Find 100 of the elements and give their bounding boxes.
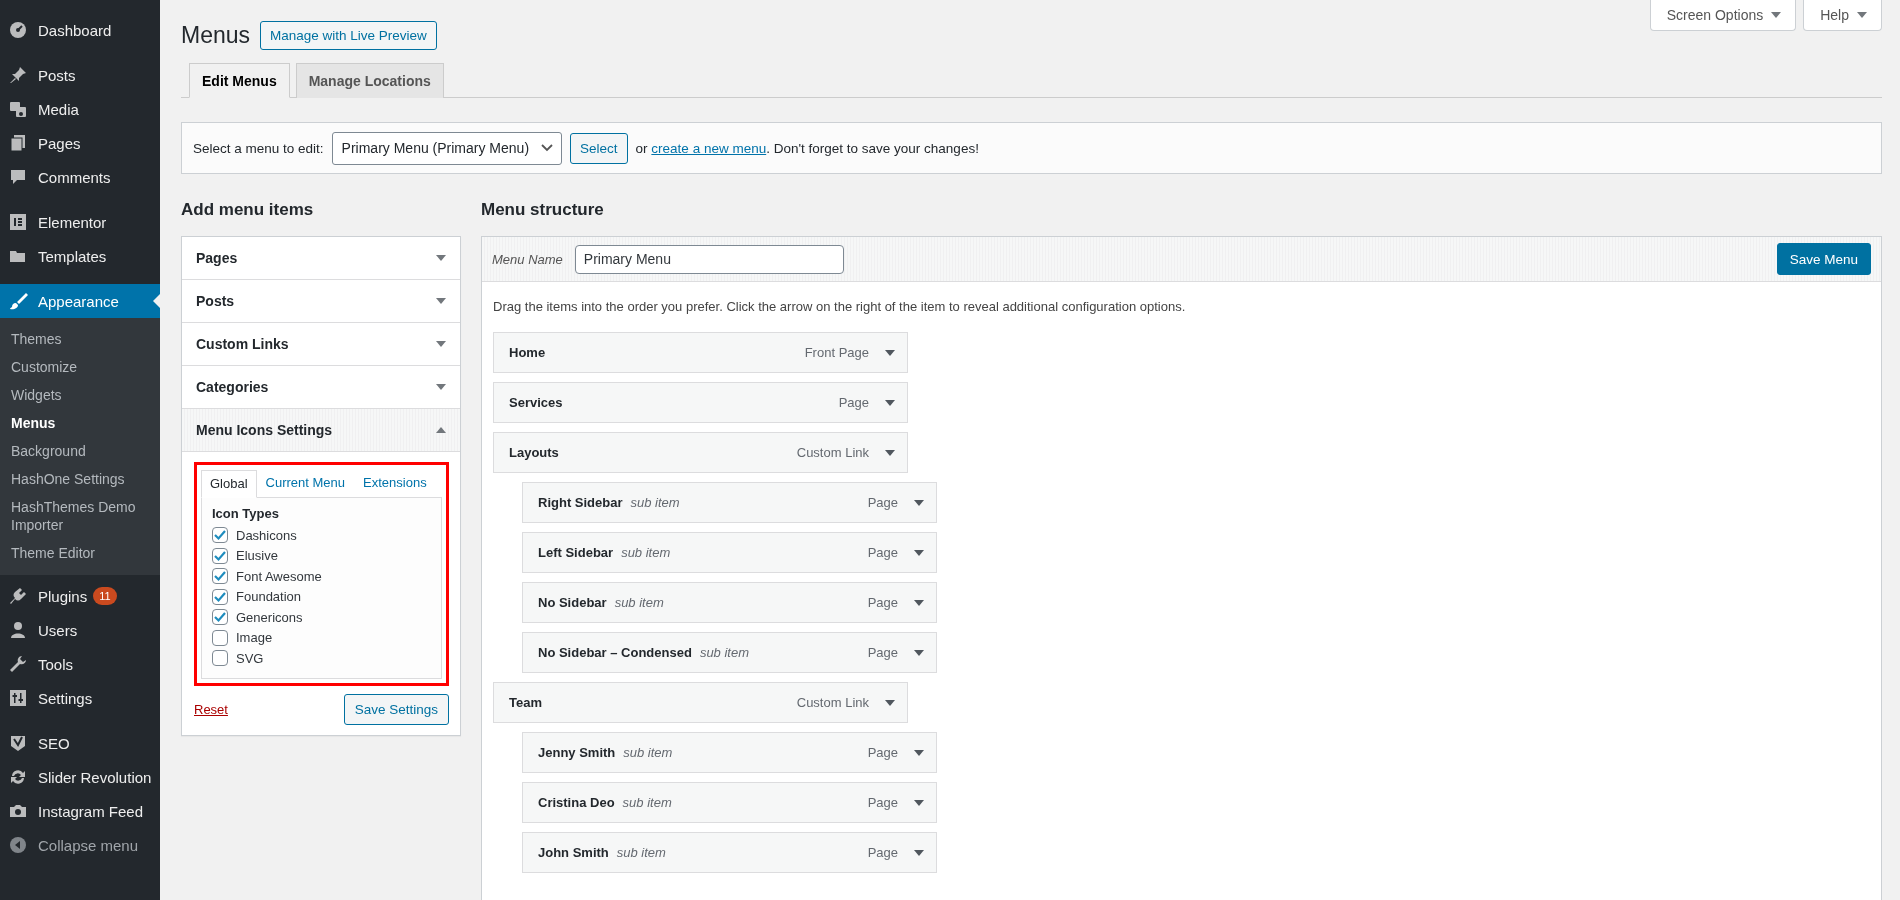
- paintbrush-icon: [8, 291, 28, 311]
- sub-item-note: sub item: [622, 795, 672, 810]
- checkbox[interactable]: [212, 547, 228, 564]
- pages-icon: [8, 133, 28, 153]
- submenu-item[interactable]: Customize: [0, 353, 160, 381]
- menu-item-title: Layouts: [509, 445, 559, 460]
- caret-down-icon: [914, 498, 924, 507]
- menu-item-type: Page: [867, 795, 898, 810]
- select-button[interactable]: Select: [570, 132, 628, 164]
- menu-item-bar[interactable]: Jenny Smith sub item Page: [522, 732, 937, 773]
- menu-item-type: Page: [867, 745, 898, 760]
- menu-item-bar[interactable]: No Sidebar sub item Page: [522, 582, 937, 623]
- sidebar-item[interactable]: Instagram Feed: [0, 794, 160, 828]
- menu-item-bar[interactable]: John Smith sub item Page: [522, 832, 937, 873]
- user-icon: [8, 620, 28, 640]
- checkbox-label: Genericons: [236, 609, 303, 625]
- sidebar-item[interactable]: Media: [0, 92, 160, 126]
- menu-item-bar[interactable]: Right Sidebar sub item Page: [522, 482, 937, 523]
- screen-meta-button[interactable]: Help: [1803, 0, 1882, 31]
- submenu-item[interactable]: Theme Editor: [0, 539, 160, 567]
- section-heading: Add menu items: [181, 199, 315, 221]
- checkbox[interactable]: [212, 609, 228, 626]
- save-settings-button[interactable]: Save Settings: [343, 693, 449, 725]
- sidebar-item[interactable]: Comments: [0, 160, 160, 194]
- sidebar-item[interactable]: SEO: [0, 726, 160, 760]
- menu-item-bar[interactable]: Left Sidebar sub item Page: [522, 532, 937, 573]
- menu-item-title: John Smith: [538, 845, 609, 860]
- menu-item-title: Home: [509, 345, 546, 360]
- sidebar-item[interactable]: Posts: [0, 58, 160, 92]
- plug-icon: [8, 586, 28, 606]
- sidebar-item[interactable]: Tools: [0, 647, 160, 681]
- dashboard-gauge-icon: [8, 20, 28, 40]
- section-heading: Menu structure: [481, 199, 605, 221]
- submenu-item[interactable]: Menus: [0, 409, 160, 437]
- accordion-section[interactable]: Custom Links: [182, 323, 460, 366]
- sidebar-item[interactable]: Appearance: [0, 284, 160, 318]
- checkbox[interactable]: [212, 650, 228, 667]
- select-label: Select a menu to edit:: [193, 140, 324, 156]
- sidebar-item[interactable]: Elementor: [0, 205, 160, 239]
- settings-tab[interactable]: Global: [201, 470, 257, 498]
- submenu-item[interactable]: Themes: [0, 325, 160, 353]
- menu-item-type: Page: [867, 495, 898, 510]
- nav-tab[interactable]: Manage Locations: [295, 63, 444, 98]
- settings-tab[interactable]: Extensions: [354, 469, 436, 497]
- sidebar-item[interactable]: Dashboard: [0, 13, 160, 47]
- sidebar-item[interactable]: Users: [0, 613, 160, 647]
- y-shield-icon: [8, 733, 28, 753]
- checkbox[interactable]: [212, 527, 228, 544]
- checkbox-label: SVG: [236, 650, 264, 666]
- checkbox-label: Elusive: [236, 548, 278, 564]
- screen-meta-button[interactable]: Screen Options: [1649, 0, 1797, 31]
- submenu-item[interactable]: Widgets: [0, 381, 160, 409]
- sidebar-item[interactable]: Settings: [0, 681, 160, 715]
- checkbox[interactable]: [212, 568, 228, 585]
- menu-name-label: Menu Name: [492, 251, 563, 267]
- accordion-section[interactable]: Menu Icons Settings: [182, 409, 460, 452]
- nav-tab[interactable]: Edit Menus: [189, 63, 290, 98]
- caret-down-icon: [885, 448, 895, 457]
- menu-item-type: Page: [867, 645, 898, 660]
- e-square-icon: [8, 212, 28, 232]
- caret-down-icon: [885, 698, 895, 707]
- sidebar-item[interactable]: Templates: [0, 239, 160, 273]
- checkbox-label: Image: [236, 630, 273, 646]
- chevron-down-icon: [541, 144, 554, 152]
- menu-item-title: Team: [509, 695, 542, 710]
- menu-name-field[interactable]: Primary Menu: [574, 244, 844, 274]
- reset-link[interactable]: Reset: [194, 701, 228, 717]
- caret-down-icon: [914, 748, 924, 757]
- checkbox[interactable]: [212, 588, 228, 605]
- menu-item-type: Custom Link: [796, 445, 869, 460]
- submenu-item[interactable]: HashOne Settings: [0, 465, 160, 493]
- sidebar-item[interactable]: Slider Revolution: [0, 760, 160, 794]
- update-count-badge: 11: [93, 587, 117, 605]
- menu-item-type: Custom Link: [796, 695, 869, 710]
- menu-item-bar[interactable]: Services Page: [493, 382, 908, 423]
- collapse-menu-button[interactable]: Collapse menu: [0, 828, 160, 862]
- menu-item-title: Right Sidebar: [538, 495, 623, 510]
- menu-item-bar[interactable]: Layouts Custom Link: [493, 432, 908, 473]
- submenu-item[interactable]: HashThemes Demo Importer: [0, 493, 160, 539]
- menu-item-type: Page: [867, 545, 898, 560]
- menu-dropdown[interactable]: Primary Menu (Primary Menu): [331, 131, 563, 165]
- menu-item-title: Services: [509, 395, 563, 410]
- sidebar-item[interactable]: Plugins 11: [0, 579, 160, 613]
- caret-icon: [1857, 11, 1867, 19]
- live-preview-button[interactable]: Manage with Live Preview: [260, 21, 437, 50]
- submenu-item[interactable]: Background: [0, 437, 160, 465]
- menu-item-bar[interactable]: No Sidebar – Condensed sub item Page: [522, 632, 937, 673]
- accordion-section[interactable]: Posts: [182, 280, 460, 323]
- save-menu-button[interactable]: Save Menu: [1776, 243, 1871, 275]
- sub-item-note: sub item: [623, 745, 673, 760]
- accordion-section[interactable]: Pages: [182, 237, 460, 280]
- caret-down-icon: [914, 798, 924, 807]
- menu-item-bar[interactable]: Cristina Deo sub item Page: [522, 782, 937, 823]
- caret-down-icon: [914, 598, 924, 607]
- menu-item-bar[interactable]: Team Custom Link: [493, 682, 908, 723]
- sidebar-item[interactable]: Pages: [0, 126, 160, 160]
- settings-tab[interactable]: Current Menu: [256, 469, 355, 497]
- checkbox[interactable]: [212, 629, 228, 646]
- menu-item-bar[interactable]: Home Front Page: [493, 332, 908, 373]
- checkbox-label: Foundation: [236, 589, 302, 605]
